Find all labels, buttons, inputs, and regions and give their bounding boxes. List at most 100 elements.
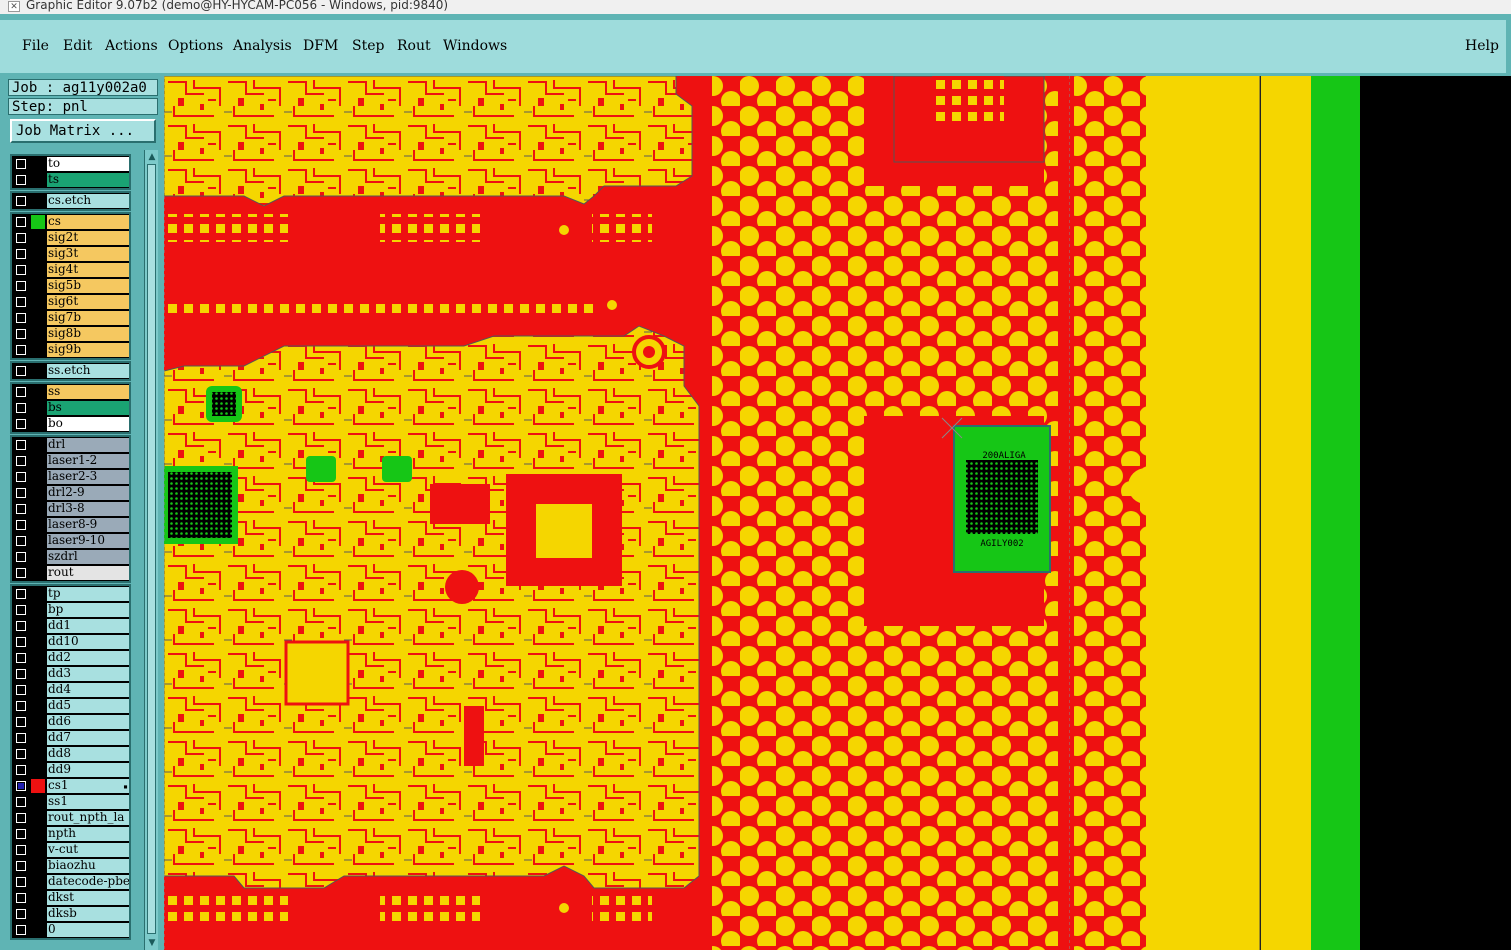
layer-color-swatch[interactable]	[31, 518, 45, 532]
layer-row[interactable]: sig9b	[12, 342, 129, 358]
layer-checkbox[interactable]	[16, 669, 26, 679]
layer-row[interactable]: sig6t	[12, 294, 129, 310]
layer-name[interactable]: drl	[47, 438, 129, 452]
layer-checkbox[interactable]	[16, 701, 26, 711]
layer-color-swatch[interactable]	[31, 311, 45, 325]
layer-name[interactable]: ss1	[47, 795, 129, 809]
layer-color-swatch[interactable]	[31, 587, 45, 601]
layer-checkbox[interactable]	[16, 387, 26, 397]
layer-row[interactable]: npth	[12, 826, 129, 842]
menu-options[interactable]: Options	[168, 38, 223, 54]
layer-name[interactable]: cs	[47, 215, 129, 229]
layer-name[interactable]: to	[47, 157, 129, 171]
layer-name[interactable]: ss.etch	[47, 364, 129, 378]
layer-row[interactable]: datecode-pbe	[12, 874, 129, 890]
layer-name[interactable]: cs1	[47, 779, 129, 793]
layer-checkbox[interactable]	[16, 366, 26, 376]
layer-name[interactable]: sig3t	[47, 247, 129, 261]
layer-color-swatch[interactable]	[31, 454, 45, 468]
layer-color-swatch[interactable]	[31, 486, 45, 500]
layer-color-swatch[interactable]	[31, 843, 45, 857]
layer-color-swatch[interactable]	[31, 795, 45, 809]
layer-row[interactable]: bs	[12, 400, 129, 416]
layer-row[interactable]: laser9-10	[12, 533, 129, 549]
layer-row[interactable]: dd1	[12, 618, 129, 634]
layer-name[interactable]: bs	[47, 401, 129, 415]
layer-name[interactable]: laser8-9	[47, 518, 129, 532]
job-matrix-button[interactable]: Job Matrix ...	[10, 119, 156, 143]
layer-name[interactable]: dd3	[47, 667, 129, 681]
layer-checkbox[interactable]	[16, 765, 26, 775]
layer-checkbox[interactable]	[16, 653, 26, 663]
menu-file[interactable]: File	[22, 38, 49, 54]
layer-name[interactable]: sig2t	[47, 231, 129, 245]
layer-row[interactable]: sig4t	[12, 262, 129, 278]
layer-checkbox[interactable]	[16, 472, 26, 482]
scroll-up-icon[interactable]: ▲	[146, 151, 158, 163]
layer-name[interactable]: rout_npth_la	[47, 811, 129, 825]
layer-color-swatch[interactable]	[31, 173, 45, 187]
layer-checkbox[interactable]	[16, 233, 26, 243]
layer-color-swatch[interactable]	[31, 343, 45, 357]
layer-checkbox[interactable]	[16, 749, 26, 759]
layer-checkbox[interactable]	[16, 520, 26, 530]
layer-color-swatch[interactable]	[31, 651, 45, 665]
graphic-canvas[interactable]: 200ALIGA AGILY002	[164, 76, 1511, 950]
layer-checkbox[interactable]	[16, 621, 26, 631]
layer-checkbox[interactable]	[16, 797, 26, 807]
layer-color-swatch[interactable]	[31, 907, 45, 921]
layer-color-swatch[interactable]	[31, 247, 45, 261]
layer-row[interactable]: to	[12, 156, 129, 172]
layer-row[interactable]: biaozhu	[12, 858, 129, 874]
layer-name[interactable]: sig8b	[47, 327, 129, 341]
layer-color-swatch[interactable]	[31, 715, 45, 729]
layer-row[interactable]: dd2	[12, 650, 129, 666]
layer-checkbox[interactable]	[16, 893, 26, 903]
layer-name[interactable]: datecode-pbe	[47, 875, 129, 889]
layer-row[interactable]: laser1-2	[12, 453, 129, 469]
layer-name[interactable]: tp	[47, 587, 129, 601]
layer-color-swatch[interactable]	[31, 891, 45, 905]
layer-color-swatch[interactable]	[31, 699, 45, 713]
layer-checkbox[interactable]	[16, 329, 26, 339]
layer-checkbox[interactable]	[16, 265, 26, 275]
layer-checkbox[interactable]	[16, 813, 26, 823]
layer-row[interactable]: rout	[12, 565, 129, 581]
layer-name[interactable]: ts	[47, 173, 129, 187]
layer-checkbox[interactable]	[16, 605, 26, 615]
layer-color-swatch[interactable]	[31, 157, 45, 171]
menu-analysis[interactable]: Analysis	[233, 38, 292, 54]
layer-name[interactable]: npth	[47, 827, 129, 841]
layer-color-swatch[interactable]	[31, 438, 45, 452]
layer-checkbox[interactable]	[16, 877, 26, 887]
layer-color-swatch[interactable]	[31, 364, 45, 378]
layer-checkbox[interactable]	[16, 175, 26, 185]
layer-name[interactable]: laser1-2	[47, 454, 129, 468]
layer-checkbox[interactable]	[16, 733, 26, 743]
layer-row[interactable]: dd4	[12, 682, 129, 698]
layer-name[interactable]: sig4t	[47, 263, 129, 277]
layer-name[interactable]: sig6t	[47, 295, 129, 309]
menu-windows[interactable]: Windows	[443, 38, 507, 54]
layer-name[interactable]: drl2-9	[47, 486, 129, 500]
layer-name[interactable]: biaozhu	[47, 859, 129, 873]
layer-checkbox[interactable]	[16, 297, 26, 307]
layer-color-swatch[interactable]	[31, 747, 45, 761]
layer-row[interactable]: dd3	[12, 666, 129, 682]
layer-color-swatch[interactable]	[31, 566, 45, 580]
layer-color-swatch[interactable]	[31, 667, 45, 681]
layer-name[interactable]: sig7b	[47, 311, 129, 325]
layer-row[interactable]: cs	[12, 214, 129, 230]
layer-checkbox[interactable]	[16, 217, 26, 227]
layer-name[interactable]: dd7	[47, 731, 129, 745]
layer-checkbox[interactable]	[16, 345, 26, 355]
layer-color-swatch[interactable]	[31, 215, 45, 229]
scroll-thumb[interactable]	[147, 164, 156, 934]
layer-checkbox[interactable]	[16, 159, 26, 169]
layer-color-swatch[interactable]	[31, 779, 45, 793]
layer-row[interactable]: drl3-8	[12, 501, 129, 517]
layer-name[interactable]: sig9b	[47, 343, 129, 357]
layer-color-swatch[interactable]	[31, 417, 45, 431]
menu-rout[interactable]: Rout	[397, 38, 431, 54]
layer-checkbox[interactable]	[16, 861, 26, 871]
